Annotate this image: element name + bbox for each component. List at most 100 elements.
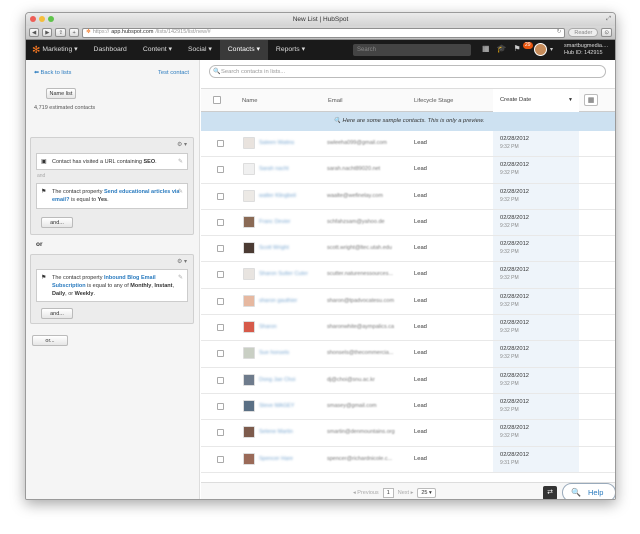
table-row[interactable]: Sue honsels shonsels@thecommercia... Lead 0…	[201, 341, 615, 368]
contacts-search-input[interactable]: 🔍 Search contacts in lists...	[209, 65, 606, 78]
contact-name[interactable]: Sharon	[259, 324, 277, 330]
row-checkbox[interactable]	[217, 350, 224, 358]
contact-name[interactable]: sharon gauthier	[259, 298, 297, 304]
contact-avatar	[243, 373, 255, 386]
select-all-checkbox[interactable]	[213, 96, 221, 104]
downloads-icon[interactable]: ⊙	[601, 28, 612, 37]
row-checkbox[interactable]	[217, 429, 224, 437]
current-page[interactable]: 1	[382, 488, 394, 498]
table-row[interactable]: Franc Devier schfahzsam@yahoo.de Lead 02/28…	[201, 209, 615, 237]
row-checkbox[interactable]	[217, 192, 224, 200]
row-checkbox[interactable]	[217, 218, 224, 226]
nav-contacts[interactable]: Contacts ▾	[219, 40, 268, 60]
reader-button[interactable]: Reader	[568, 28, 599, 37]
contact-name[interactable]: Sarah nacht	[259, 166, 289, 172]
add-tab-button[interactable]: +	[69, 28, 80, 37]
address-bar[interactable]: ✻ https:// app.hubspot.com /lists/142915…	[82, 27, 566, 38]
contact-name[interactable]: Franc Devier	[259, 219, 290, 225]
column-email[interactable]: Email	[328, 89, 343, 113]
row-checkbox[interactable]	[217, 455, 224, 463]
condition-url-visited[interactable]: ▣ Contact has visited a URL containing S…	[36, 153, 188, 170]
table-row[interactable]: Saleen Watins swleeha099@gmail.com Lead 02/…	[201, 131, 615, 158]
zoom-window-button[interactable]	[48, 16, 54, 22]
table-row[interactable]: Scott Wright scott.wright@ltec.utah.edu Le…	[201, 236, 615, 263]
nav-content[interactable]: Content ▾	[135, 40, 180, 60]
account-chevron-icon[interactable]: ▾	[550, 46, 553, 53]
contact-name[interactable]: Scott Wright	[259, 245, 289, 251]
row-checkbox[interactable]	[217, 271, 224, 279]
row-checkbox[interactable]	[217, 402, 224, 410]
row-checkbox[interactable]	[217, 324, 224, 332]
url-domain: app.hubspot.com	[111, 29, 154, 35]
edit-pencil-icon[interactable]: ✎	[178, 188, 183, 196]
nav-marketing[interactable]: Marketing ▾	[42, 40, 85, 60]
table-row[interactable]: Steve MAGEY smasey@gmail.com Lead 02/28/201…	[201, 393, 615, 421]
add-and-button[interactable]: and...	[41, 217, 73, 228]
fullscreen-icon[interactable]: ⤢	[606, 13, 611, 26]
back-to-lists-link[interactable]: ⬅ Back to lists	[34, 70, 71, 76]
condition-blog-subscription[interactable]: ⚑ The contact property Inbound Blog Emai…	[36, 269, 188, 302]
contact-name[interactable]: Spencer Hare	[259, 456, 293, 462]
table-row[interactable]: Sharon sharonwhite@aympalics.ca Lead 02/28/…	[201, 315, 615, 342]
contact-name[interactable]: Sue honsels	[259, 350, 289, 356]
table-row[interactable]: walter Klingbeil waalte@wefinelay.com Lead…	[201, 183, 615, 210]
avatar[interactable]	[534, 43, 547, 56]
per-page-select[interactable]: 25 ▾	[417, 488, 436, 498]
account-info[interactable]: smartbugmedia.... Hub ID: 142915	[564, 43, 608, 57]
condition-contact-property[interactable]: ⚑ The contact property Send educational …	[36, 183, 188, 209]
filter-toggle-icon[interactable]: ⇄	[543, 486, 557, 499]
table-row[interactable]: Sarah nacht sarah.nacht89020.net Lead 02/28…	[201, 157, 615, 184]
forward-button[interactable]: ▶	[42, 28, 53, 37]
nav-dashboard[interactable]: Dashboard	[86, 40, 135, 60]
gear-icon[interactable]: ⚙ ▾	[177, 141, 187, 148]
nav-social[interactable]: Social ▾	[180, 40, 220, 60]
columns-grid-icon[interactable]: ▦	[584, 94, 598, 106]
contact-lifecycle: Lead	[414, 429, 427, 436]
next-page-button[interactable]: Next ▸	[398, 490, 414, 496]
contact-name[interactable]: Dong Jae Choi	[259, 377, 295, 383]
row-checkbox[interactable]	[217, 245, 224, 253]
test-contact-link[interactable]: Test contact	[158, 70, 189, 76]
contact-email: sharon@tpadvocatesu.com	[327, 297, 395, 304]
contact-name[interactable]: Steve MAGEY	[259, 403, 294, 409]
row-checkbox[interactable]	[217, 140, 224, 147]
close-window-button[interactable]	[30, 16, 36, 22]
back-button[interactable]: ◀	[29, 28, 40, 37]
table-row[interactable]: sharon gauthier sharon@tpadvocatesu.com Le…	[201, 288, 615, 316]
contact-create-date: 02/28/2012 9:32 PM	[493, 393, 579, 420]
add-or-button[interactable]: or...	[32, 335, 68, 346]
edit-pencil-icon[interactable]: ✎	[178, 158, 183, 166]
nav-reports[interactable]: Reports ▾	[268, 40, 313, 60]
hubspot-logo-icon[interactable]: ✻	[32, 45, 40, 56]
row-checkbox[interactable]	[217, 297, 224, 305]
contact-name[interactable]: Saleen Watins	[259, 140, 294, 146]
gear-icon[interactable]: ⚙ ▾	[177, 258, 187, 265]
help-button[interactable]: 🔍 Help	[562, 483, 615, 499]
reload-icon[interactable]: ↻	[557, 28, 562, 37]
contact-name[interactable]: Sharon Sutter Cuter	[259, 271, 308, 277]
row-checkbox[interactable]	[217, 166, 224, 174]
add-and-button[interactable]: and...	[41, 308, 73, 319]
table-row[interactable]: Dong Jae Choi dj@choi@snu.ac.kr Lead 02/28/…	[201, 367, 615, 394]
share-icon[interactable]: ⇪	[55, 28, 67, 37]
global-search-input[interactable]: Search	[353, 44, 471, 56]
name-list-button[interactable]: Name list	[46, 88, 76, 99]
table-row[interactable]: Sharon Sutter Cuter scutter.naturenessour…	[201, 262, 615, 289]
table-row[interactable]: Spencer Hare spencer@richardnicole.c... Le…	[201, 446, 615, 473]
minimize-window-button[interactable]	[39, 16, 45, 22]
contact-name[interactable]: Selene Martin	[259, 429, 293, 435]
contact-name[interactable]: walter Klingbeil	[259, 193, 296, 199]
calendar-icon[interactable]: ▦	[482, 44, 490, 53]
edit-pencil-icon[interactable]: ✎	[178, 274, 183, 282]
contact-email: spencer@richardnicole.c...	[327, 455, 393, 462]
notifications-icon[interactable]: ⚑	[514, 44, 521, 53]
column-lifecycle[interactable]: Lifecycle Stage	[414, 89, 453, 113]
previous-page-button[interactable]: ◂ Previous	[353, 490, 379, 496]
contact-avatar	[243, 426, 255, 439]
table-row[interactable]: Selene Martin smartin@denmountains.org Lea…	[201, 420, 615, 447]
column-create-date[interactable]: Create Date ▼	[493, 89, 579, 112]
graduation-cap-icon[interactable]: 🎓	[497, 44, 507, 53]
create-time: 9:32 PM	[500, 406, 519, 413]
column-name[interactable]: Name	[242, 89, 257, 113]
row-checkbox[interactable]	[217, 376, 224, 384]
